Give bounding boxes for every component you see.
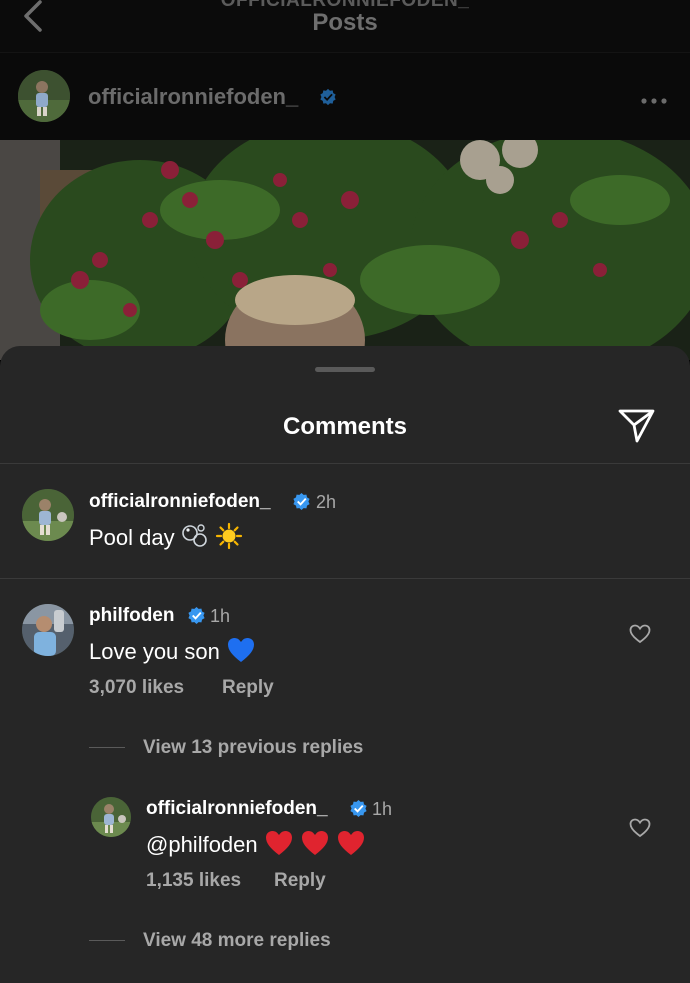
reply-text: @philfoden	[146, 829, 366, 863]
sun-emoji-icon	[215, 522, 243, 556]
view-more-replies-button[interactable]: View 48 more replies	[143, 930, 331, 952]
red-heart-emoji-icon	[300, 829, 330, 863]
avatar[interactable]	[22, 604, 74, 656]
comment-body: Love you son	[89, 638, 220, 664]
caption-text: Pool day	[89, 524, 175, 550]
like-heart-icon[interactable]	[629, 624, 651, 649]
view-previous-replies-button[interactable]: View 13 previous replies	[143, 737, 363, 759]
comment-time: 1h	[210, 606, 231, 626]
post-header: officialronniefoden_	[0, 52, 690, 140]
comment-username[interactable]: officialronniefoden_	[89, 491, 271, 513]
bubbles-emoji-icon	[181, 523, 209, 555]
reply-time: 1h	[372, 799, 393, 819]
comments-sheet: Comments officialronniefoden_ 2h Pool da…	[0, 346, 690, 983]
comment-text: Pool day	[89, 522, 243, 556]
sheet-drag-handle[interactable]	[315, 367, 375, 372]
post-username[interactable]: officialronniefoden_	[88, 84, 298, 110]
more-options-icon[interactable]	[640, 92, 668, 110]
comment-text: Love you son	[89, 636, 256, 670]
reply-likes[interactable]: 1,135 likes	[146, 870, 241, 892]
top-bar: OFFICIALRONNIEFODEN_ Posts	[0, 0, 690, 52]
reply-username[interactable]: officialronniefoden_	[146, 798, 328, 820]
mention-link[interactable]: @philfoden	[146, 832, 258, 857]
thread-line	[89, 747, 125, 748]
verified-badge-icon	[349, 799, 368, 823]
like-heart-icon[interactable]	[629, 818, 651, 843]
sheet-title: Comments	[282, 413, 408, 440]
avatar[interactable]	[22, 489, 74, 541]
verified-badge-icon	[319, 88, 337, 111]
red-heart-emoji-icon	[264, 829, 294, 863]
reply-button[interactable]: Reply	[274, 870, 326, 892]
verified-badge-icon	[292, 492, 311, 516]
avatar[interactable]	[18, 70, 70, 122]
send-icon[interactable]	[618, 408, 656, 449]
post-photo	[0, 140, 690, 360]
blue-heart-emoji-icon	[226, 636, 256, 670]
comment-likes[interactable]: 3,070 likes	[89, 677, 184, 699]
red-heart-emoji-icon	[336, 829, 366, 863]
verified-badge-icon	[187, 606, 206, 630]
page-title: Posts	[312, 9, 378, 36]
comment-time: 2h	[316, 492, 337, 512]
divider	[0, 463, 690, 464]
avatar[interactable]	[91, 797, 131, 837]
thread-line	[89, 940, 125, 941]
reply-button[interactable]: Reply	[222, 677, 274, 699]
comment-username[interactable]: philfoden	[89, 605, 174, 627]
divider	[0, 578, 690, 579]
